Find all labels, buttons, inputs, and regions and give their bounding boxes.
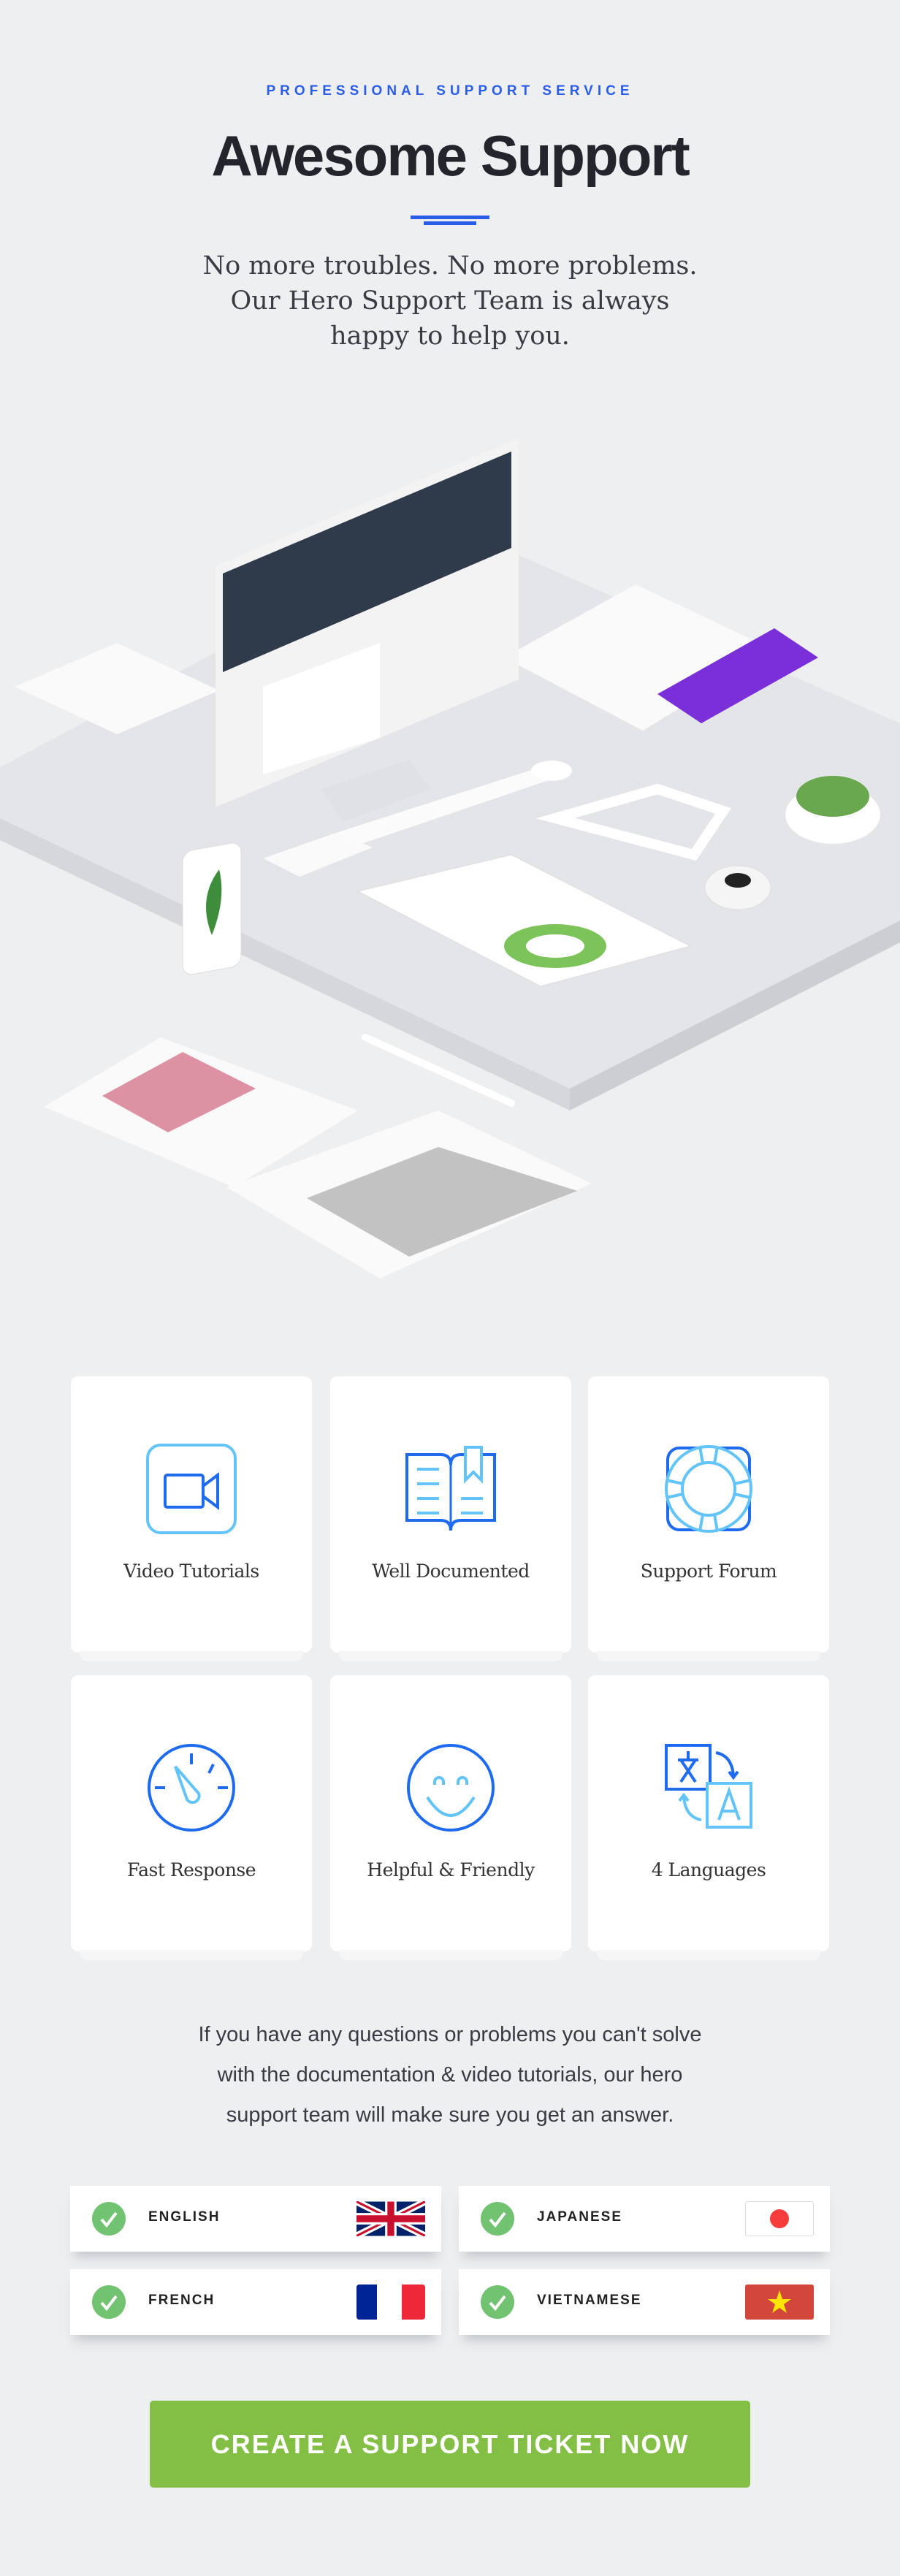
lens-glass	[725, 873, 751, 888]
create-support-ticket-button[interactable]: CREATE A SUPPORT TICKET NOW	[150, 2401, 750, 2488]
check-circle-icon	[92, 2202, 126, 2236]
subtitle-line: No more troubles. No more problems.	[202, 251, 698, 281]
language-french: FRENCH	[70, 2269, 441, 2335]
feature-label: Helpful & Friendly	[367, 1859, 535, 1880]
language-name: JAPANESE	[537, 2209, 623, 2225]
info-line: If you have any questions or problems yo…	[198, 2023, 702, 2046]
feature-label: 4 Languages	[651, 1859, 766, 1880]
chart-ring-hole	[526, 934, 584, 958]
feature-card-video-tutorials: Video Tutorials	[71, 1376, 312, 1661]
feature-label: Well Documented	[372, 1561, 530, 1582]
france-flag-icon	[356, 2285, 425, 2320]
vietnam-flag-icon	[745, 2285, 814, 2320]
feature-card-well-documented: Well Documented	[330, 1376, 571, 1661]
title-divider	[424, 221, 476, 225]
language-name: ENGLISH	[148, 2209, 221, 2225]
devices-mockup-illustration	[0, 438, 900, 1279]
lifebuoy-icon	[665, 1445, 752, 1533]
support-info-text: If you have any questions or problems yo…	[0, 2015, 900, 2135]
info-line: with the documentation & video tutorials…	[217, 2063, 683, 2087]
language-name: FRENCH	[148, 2293, 216, 2308]
feature-label: Support Forum	[640, 1561, 777, 1582]
section-eyebrow: PROFESSIONAL SUPPORT SERVICE	[266, 83, 634, 99]
page-title: Awesome Support	[211, 123, 690, 188]
subtitle: No more troubles. No more problems. Our …	[0, 248, 900, 354]
subtitle-line: Our Hero Support Team is always	[230, 286, 670, 316]
language-name: VIETNAMESE	[537, 2293, 642, 2308]
check-circle-icon	[481, 2202, 514, 2236]
smiley-icon	[407, 1744, 495, 1832]
title-divider	[411, 216, 489, 219]
feature-label: Fast Response	[126, 1859, 256, 1880]
feature-card-4-languages: 4 Languages	[588, 1675, 829, 1960]
feature-card-support-forum: Support Forum	[588, 1376, 829, 1661]
uk-flag-icon	[356, 2201, 425, 2236]
check-circle-icon	[92, 2285, 126, 2319]
video-camera-icon	[146, 1444, 237, 1534]
language-japanese: JAPANESE	[459, 2186, 830, 2252]
japan-flag-icon	[745, 2201, 814, 2236]
info-line: support team will make sure you get an a…	[226, 2103, 674, 2127]
language-english: ENGLISH	[70, 2186, 441, 2252]
subtitle-line: happy to help you.	[330, 321, 570, 351]
feature-card-fast-response: Fast Response	[71, 1675, 312, 1960]
feature-label: Video Tutorials	[123, 1561, 259, 1582]
mouse	[531, 761, 572, 781]
language-vietnamese: VIETNAMESE	[459, 2269, 830, 2335]
succulent	[796, 776, 869, 817]
translate-icon	[665, 1744, 752, 1829]
feature-card-helpful-friendly: Helpful & Friendly	[330, 1675, 571, 1960]
check-circle-icon	[481, 2285, 514, 2319]
open-book-icon	[405, 1446, 496, 1531]
speedometer-icon	[148, 1744, 235, 1832]
